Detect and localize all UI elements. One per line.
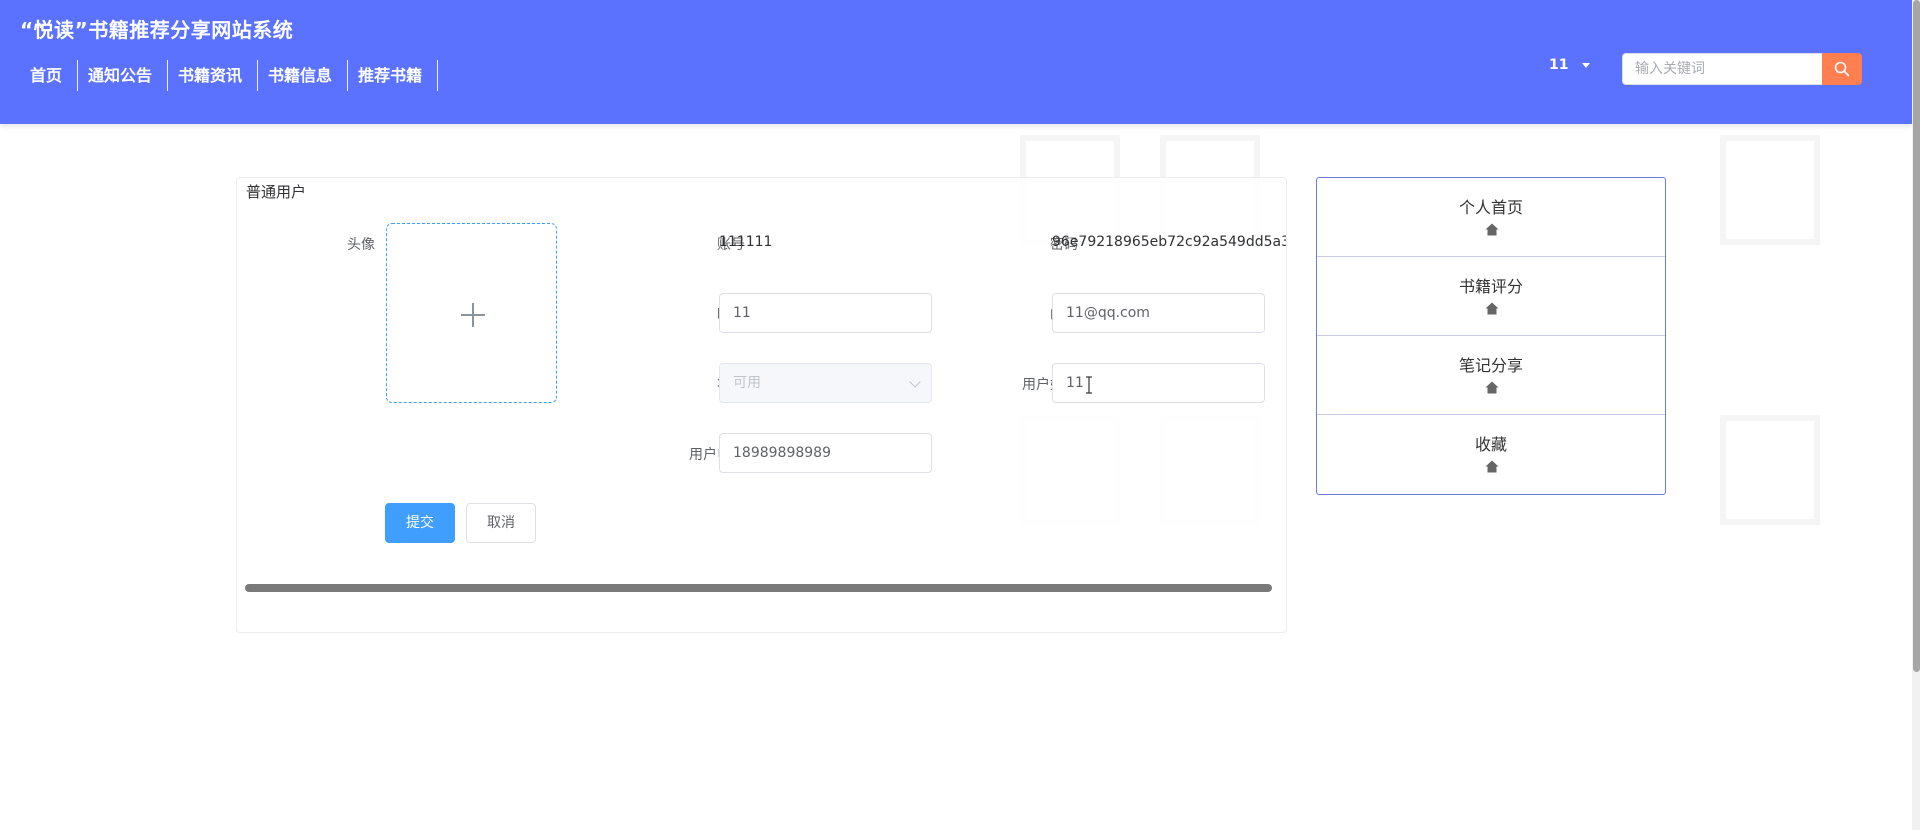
side-item-personal-home[interactable]: 个人首页 (1317, 178, 1665, 257)
search-button[interactable] (1822, 53, 1862, 85)
side-item-note-sharing[interactable]: 笔记分享 (1317, 336, 1665, 415)
nav-item-book-info[interactable]: 书籍信息 (258, 60, 349, 91)
profile-card: 普通用户 头像 账号 111111 密码 96e79218965eb72c92a… (236, 177, 1287, 633)
vertical-scrollbar[interactable] (1913, 0, 1920, 672)
avatar-label: 头像 (347, 237, 375, 253)
nav-item-book-news[interactable]: 书籍资讯 (168, 60, 259, 91)
submit-button[interactable]: 提交 (385, 503, 455, 543)
side-item-label: 书籍评分 (1458, 277, 1523, 296)
home-icon (1485, 460, 1499, 473)
search-input[interactable] (1622, 53, 1822, 85)
plus-icon (461, 303, 485, 327)
horizontal-scrollbar[interactable] (245, 584, 1272, 592)
nav-item-recommended-books[interactable]: 推荐书籍 (348, 60, 439, 91)
nav-item-announcements[interactable]: 通知公告 (78, 60, 169, 91)
status-select-value: 可用 (733, 375, 761, 391)
side-item-book-rating[interactable]: 书籍评分 (1317, 257, 1665, 336)
user-dropdown[interactable]: 11 (1549, 57, 1591, 73)
home-icon (1485, 381, 1499, 394)
card-title: 普通用户 (246, 183, 307, 201)
caret-down-icon (1582, 62, 1591, 68)
password-value: 96e79218965eb72c92a549dd5a3301 (1052, 234, 1286, 250)
email-input[interactable]: 11@qq.com (1052, 293, 1265, 333)
home-icon (1485, 302, 1499, 315)
side-item-label: 笔记分享 (1458, 356, 1523, 375)
text-cursor-icon (1086, 376, 1092, 394)
side-item-label: 收藏 (1474, 435, 1507, 454)
status-select[interactable]: 可用 (719, 363, 932, 403)
home-icon (1485, 223, 1499, 236)
phone-input[interactable]: 18989898989 (719, 433, 932, 473)
account-value: 111111 (719, 234, 773, 250)
top-header: “悦读”书籍推荐分享网站系统 首页 通知公告 书籍资讯 书籍信息 推荐书籍 11 (0, 0, 1912, 124)
side-item-label: 个人首页 (1458, 198, 1523, 217)
site-title: “悦读”书籍推荐分享网站系统 (20, 18, 294, 42)
search-icon (1834, 61, 1850, 77)
avatar-upload[interactable] (386, 223, 557, 403)
nav-item-home[interactable]: 首页 (20, 60, 79, 91)
side-menu: 个人首页 书籍评分 笔记分享 收藏 (1316, 177, 1666, 495)
chevron-down-icon (909, 376, 921, 388)
nickname-input[interactable]: 11 (719, 293, 932, 333)
real-name-input[interactable]: 11 (1052, 363, 1265, 403)
main-nav: 首页 通知公告 书籍资讯 书籍信息 推荐书籍 (20, 60, 439, 91)
user-name: 11 (1549, 57, 1569, 73)
side-item-favorites[interactable]: 收藏 (1317, 415, 1665, 494)
cancel-button[interactable]: 取消 (466, 503, 536, 543)
